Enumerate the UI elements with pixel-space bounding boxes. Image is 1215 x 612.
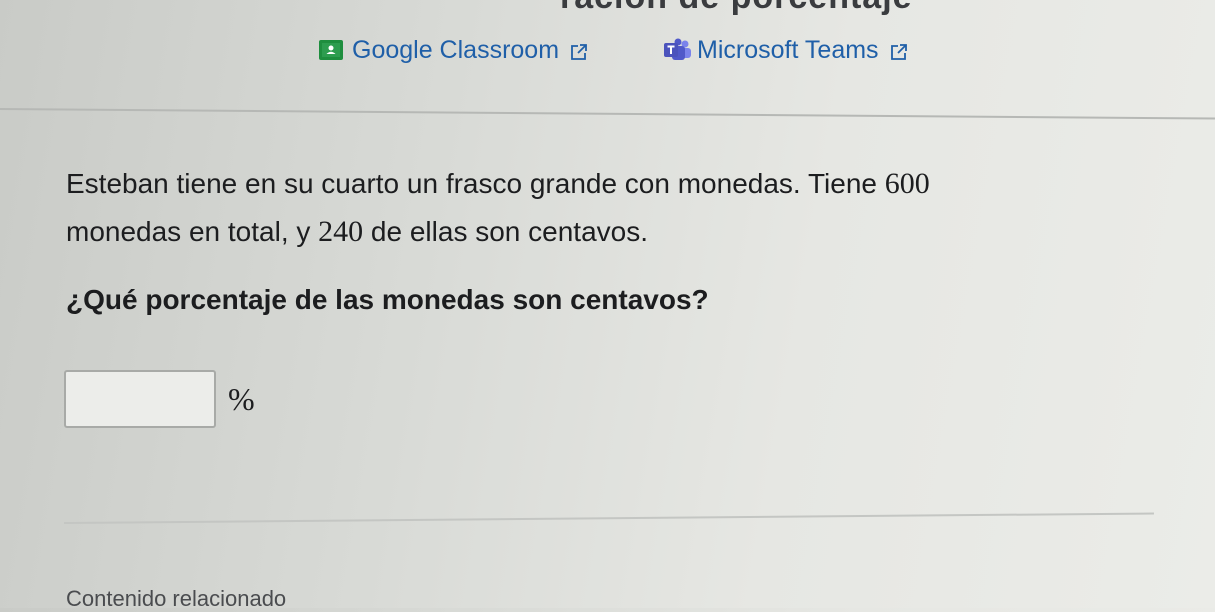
answer-input[interactable] bbox=[64, 370, 216, 428]
microsoft-teams-link[interactable]: Microsoft Teams bbox=[663, 36, 909, 65]
related-content-heading: Contenido relacionado bbox=[66, 586, 287, 611]
microsoft-teams-label: Microsoft Teams bbox=[697, 35, 879, 64]
total-coins-value: 600 bbox=[884, 167, 930, 200]
top-strip: ración de porcentaje bbox=[0, 0, 1215, 22]
page-title-fragment: ración de porcentaje bbox=[560, 0, 913, 17]
answer-row: % bbox=[64, 370, 255, 428]
google-classroom-icon bbox=[318, 37, 344, 63]
problem-text-part: monedas en total, y bbox=[66, 216, 319, 247]
percent-unit: % bbox=[228, 380, 255, 417]
section-divider bbox=[0, 108, 1215, 120]
share-links: Google Classroom Microsoft Teams bbox=[318, 30, 909, 70]
problem-text-part: Esteban tiene en su cuarto un frasco gra… bbox=[66, 168, 885, 199]
external-link-icon bbox=[569, 40, 589, 60]
google-classroom-label: Google Classroom bbox=[352, 35, 560, 64]
section-divider bbox=[63, 512, 1154, 524]
cents-value: 240 bbox=[318, 215, 364, 248]
problem-text-part: de ellas son centavos. bbox=[363, 216, 648, 247]
external-link-icon bbox=[889, 40, 909, 60]
microsoft-teams-icon bbox=[663, 37, 692, 63]
google-classroom-link[interactable]: Google Classroom bbox=[318, 36, 589, 65]
question-prompt: ¿Qué porcentaje de las monedas son centa… bbox=[66, 284, 709, 315]
problem-statement: Esteban tiene en su cuarto un frasco gra… bbox=[66, 160, 1126, 256]
